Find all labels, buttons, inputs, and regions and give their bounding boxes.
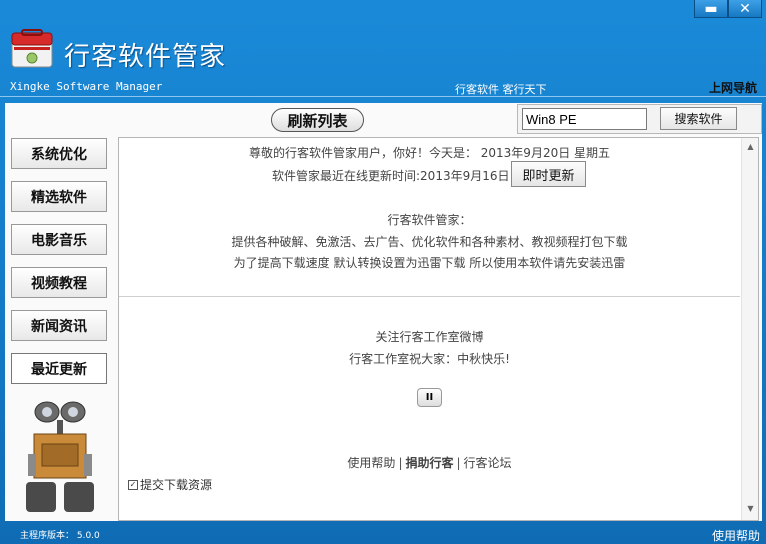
sidebar-item-system-optimize[interactable]: 系统优化 xyxy=(11,138,107,169)
slogan: 行客软件 客行天下 xyxy=(455,83,547,96)
scroll-up-icon[interactable]: ▲ xyxy=(742,140,759,154)
toolbox-logo-icon xyxy=(11,29,53,68)
sidebar-item-recent-updates[interactable]: 最近更新 xyxy=(11,353,107,384)
submit-resource-label: 提交下载资源 xyxy=(140,478,213,492)
holiday-wish-text: 行客工作室祝大家：中秋快乐! xyxy=(349,352,510,366)
sidebar-item-movies-music[interactable]: 电影音乐 xyxy=(11,224,107,255)
sidebar-item-news[interactable]: 新闻资讯 xyxy=(11,310,107,341)
vertical-scrollbar[interactable]: ▲ ▼ xyxy=(741,138,758,520)
follow-weibo-link[interactable]: 关注行客工作室微博 xyxy=(119,328,740,345)
sidebar-item-featured-software[interactable]: 精选软件 xyxy=(11,181,107,212)
version-text: 主程序版本： 5.0.0 xyxy=(20,531,100,541)
search-input[interactable] xyxy=(522,108,647,130)
submit-resource-link[interactable]: ✓ 提交下载资源 xyxy=(128,476,212,493)
app-title: 行客软件管家 xyxy=(64,42,227,72)
greeting-text: 尊敬的行客软件管家用户，你好！今天是： 2013年9月20日 星期五 xyxy=(248,146,611,160)
link-separator: | xyxy=(398,456,403,470)
minimize-button[interactable]: ▬ xyxy=(694,0,728,18)
sidebar-item-video-tutorials[interactable]: 视频教程 xyxy=(11,267,107,298)
robot-mascot-icon xyxy=(26,401,94,512)
content-divider xyxy=(119,296,740,297)
about-title: 行客软件管家： xyxy=(387,213,472,227)
donate-link[interactable]: 捐助行客 xyxy=(405,456,453,470)
app-subtitle: Xingke Software Manager xyxy=(10,80,163,93)
search-software-button[interactable]: 搜索软件 xyxy=(660,107,737,130)
forum-link[interactable]: 行客论坛 xyxy=(464,456,512,470)
scroll-down-icon[interactable]: ▼ xyxy=(742,502,759,516)
update-now-button[interactable]: 即时更新 xyxy=(511,161,586,187)
checkbox-icon[interactable]: ✓ xyxy=(128,479,138,490)
web-navigation-link[interactable]: 上网导航 xyxy=(709,79,757,96)
footer-links: 使用帮助 | 捐助行客 | 行客论坛 xyxy=(119,454,740,471)
app-window: ▬ ✕ 行客软件管家 Xingke Software Manager 行客软件 … xyxy=(0,0,766,544)
about-line-1: 提供各种破解、免激活、去广告、优化软件和各种素材、教视频程打包下载 xyxy=(231,235,628,249)
pause-button[interactable]: II xyxy=(417,388,442,407)
link-separator: | xyxy=(456,456,461,470)
about-line-2: 为了提高下载速度 默认转换设置为迅雷下载 所以使用本软件请先安装迅雷 xyxy=(233,256,626,270)
close-button[interactable]: ✕ xyxy=(728,0,762,18)
refresh-list-button[interactable]: 刷新列表 xyxy=(271,108,364,132)
header-divider xyxy=(0,96,766,97)
help-link[interactable]: 使用帮助 xyxy=(347,456,395,470)
status-help-link[interactable]: 使用帮助 xyxy=(712,527,760,544)
last-update-text: 软件管家最近在线更新时间:2013年9月16日 xyxy=(272,169,510,183)
